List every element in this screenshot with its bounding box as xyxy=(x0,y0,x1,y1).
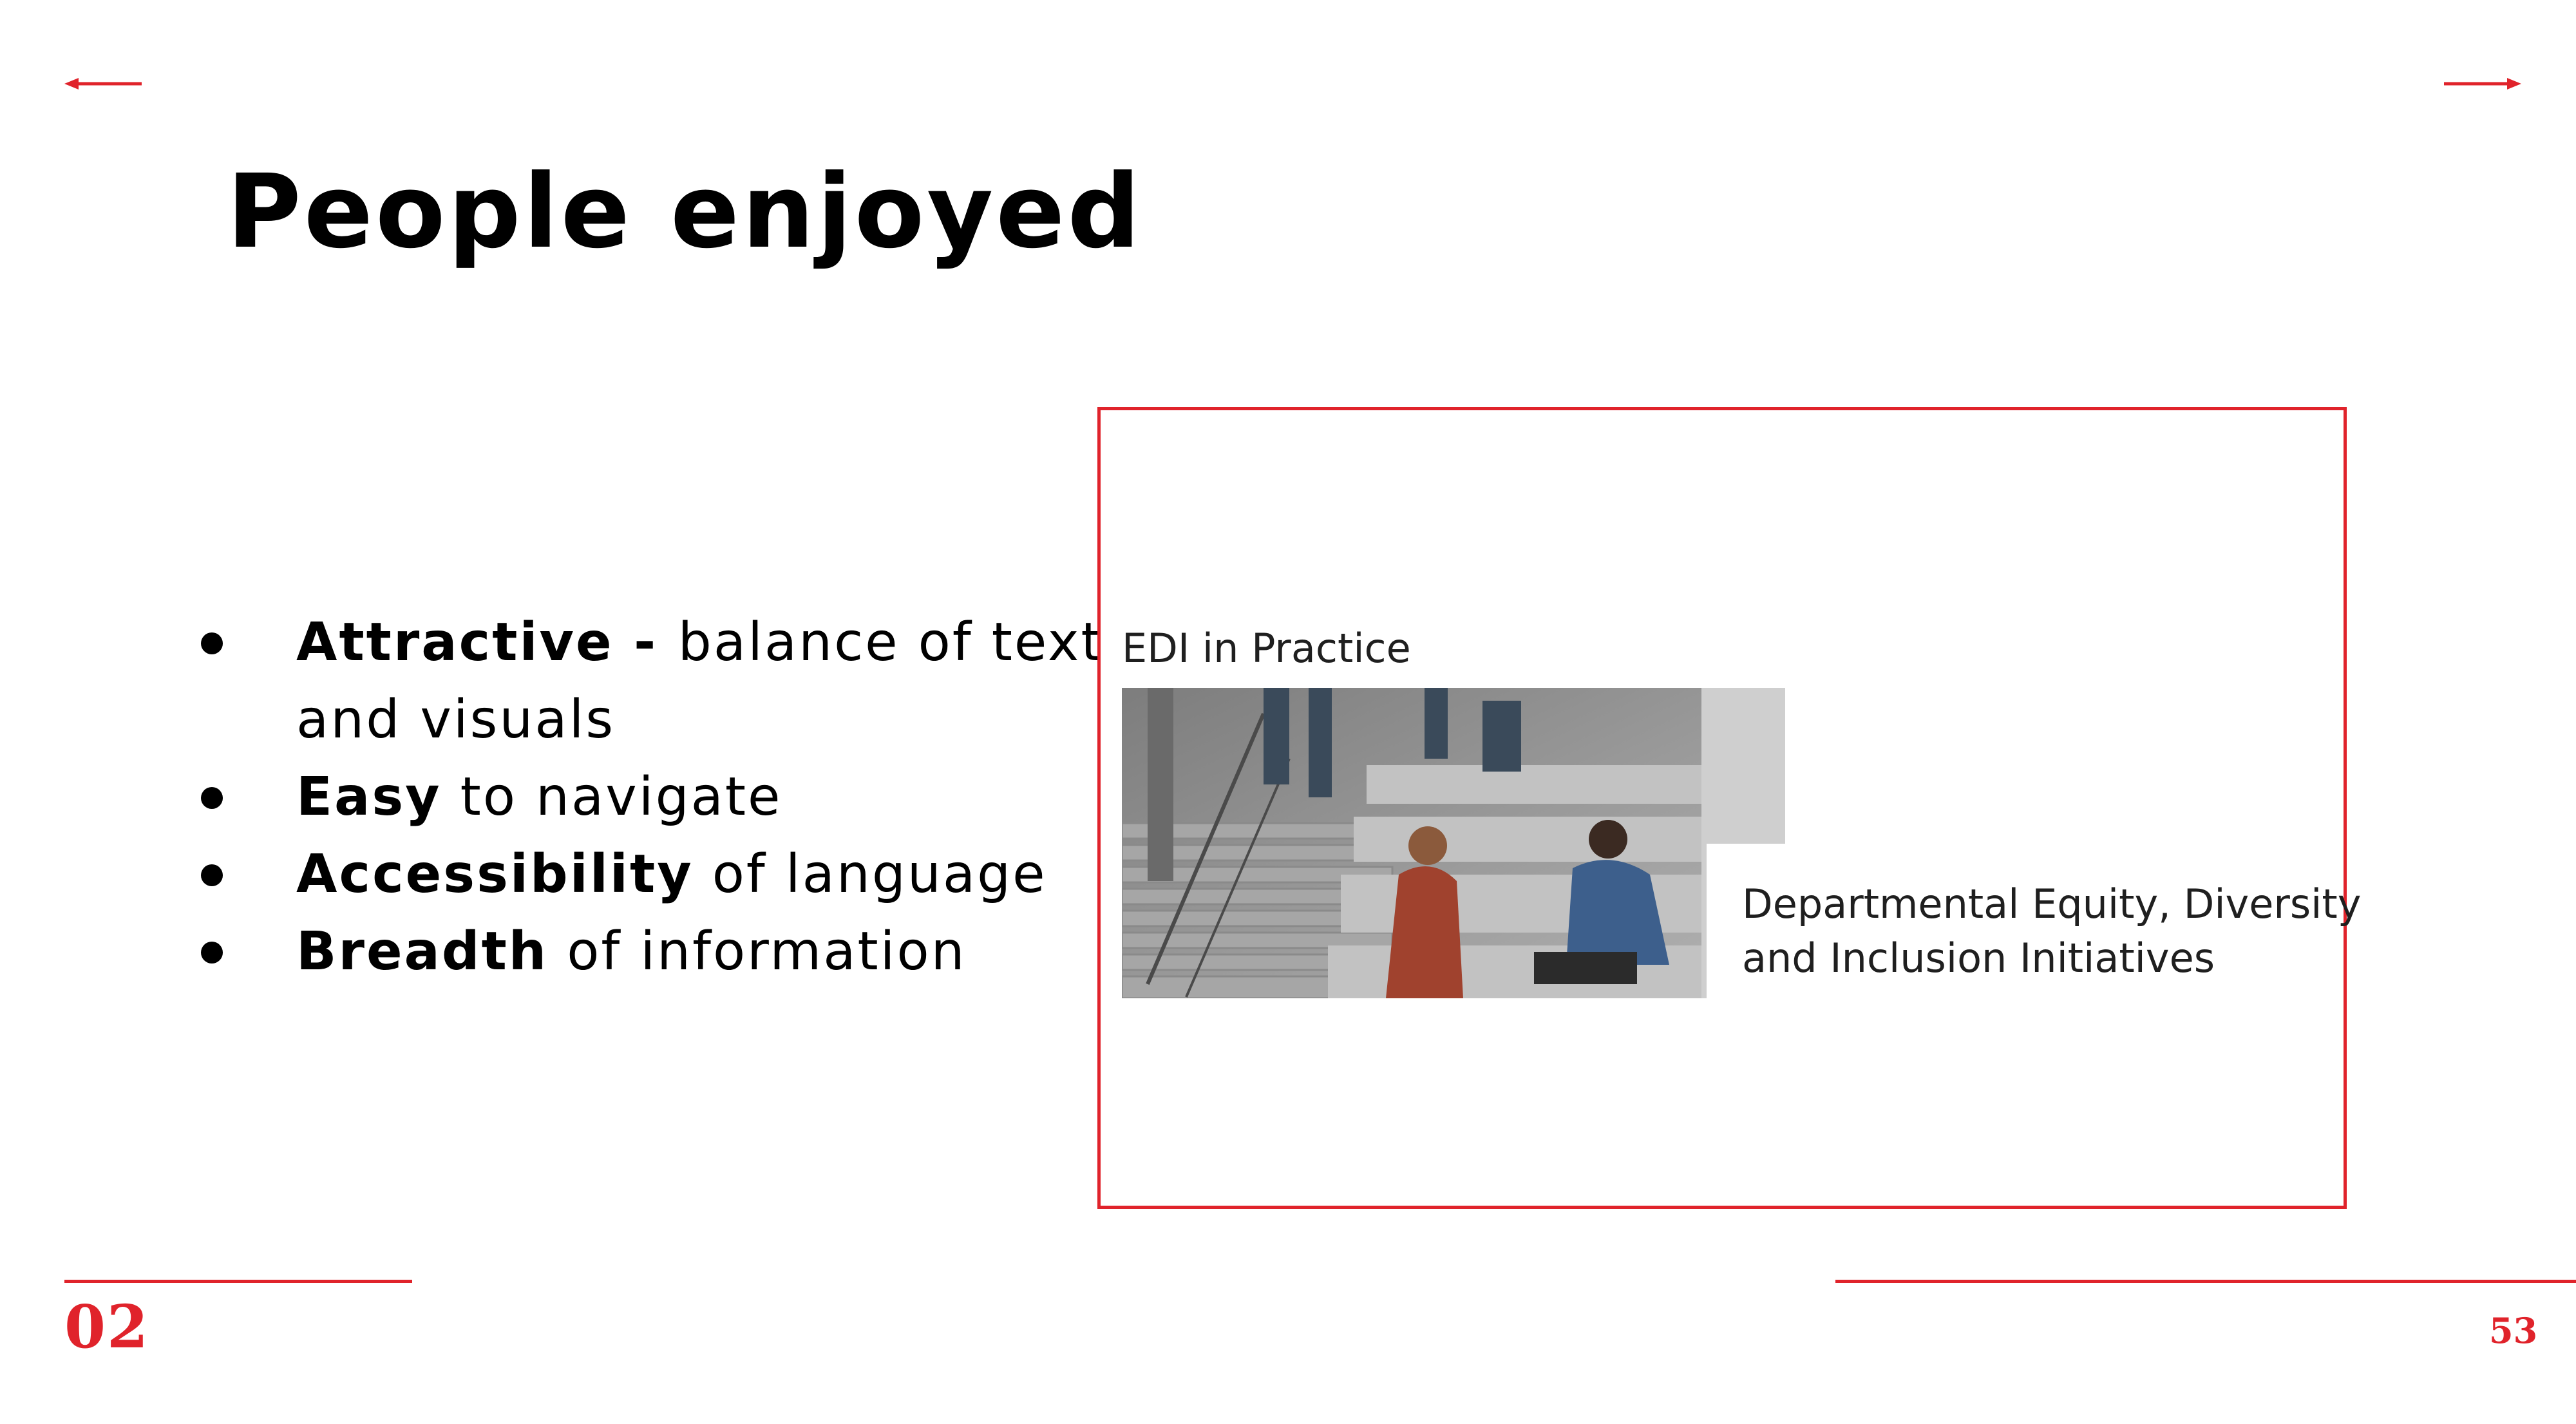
bullet-text: balance of text xyxy=(677,612,1104,673)
arrow-left-icon[interactable] xyxy=(64,76,142,91)
bullet-dot xyxy=(201,632,223,654)
slide-title: People enjoyed xyxy=(227,153,1143,271)
section-number: 02 xyxy=(64,1292,150,1362)
footer-rule-right xyxy=(1835,1280,2576,1283)
bullet-item: Breadth of information xyxy=(193,913,1104,991)
bullet-list: Attractive - balance of text and visuals… xyxy=(193,604,1104,991)
edi-label: EDI in Practice xyxy=(1122,625,1411,672)
bullet-item: Easy to navigate xyxy=(193,759,1104,836)
bullet-dot xyxy=(201,942,223,964)
arrow-right-icon[interactable] xyxy=(2444,76,2521,91)
bullet-dot xyxy=(201,864,223,886)
bullet-lead: Accessibility xyxy=(296,844,694,905)
bullet-continuation: and visuals xyxy=(296,689,616,750)
footer-rule-left xyxy=(64,1280,412,1283)
card-caption: Departmental Equity, Diversity and Inclu… xyxy=(1742,877,2361,985)
bullet-dot xyxy=(201,787,223,809)
bullet-text: of language xyxy=(693,844,1047,905)
photo-illustration xyxy=(1122,688,1785,998)
page-number: 53 xyxy=(2489,1310,2538,1351)
bullet-lead: Attractive xyxy=(296,612,614,673)
caption-line: and Inclusion Initiatives xyxy=(1742,935,2215,982)
bullet-text: to navigate xyxy=(441,766,782,828)
bullet-text: of information xyxy=(548,921,967,982)
bullet-item: Attractive - balance of text and visuals xyxy=(193,604,1104,759)
bullet-lead: Easy xyxy=(296,766,442,828)
caption-line: Departmental Equity, Diversity xyxy=(1742,880,2362,927)
bullet-item: Accessibility of language xyxy=(193,836,1104,913)
bullet-separator: - xyxy=(613,612,678,673)
bullet-lead: Breadth xyxy=(296,921,549,982)
campus-photo xyxy=(1122,688,1785,998)
